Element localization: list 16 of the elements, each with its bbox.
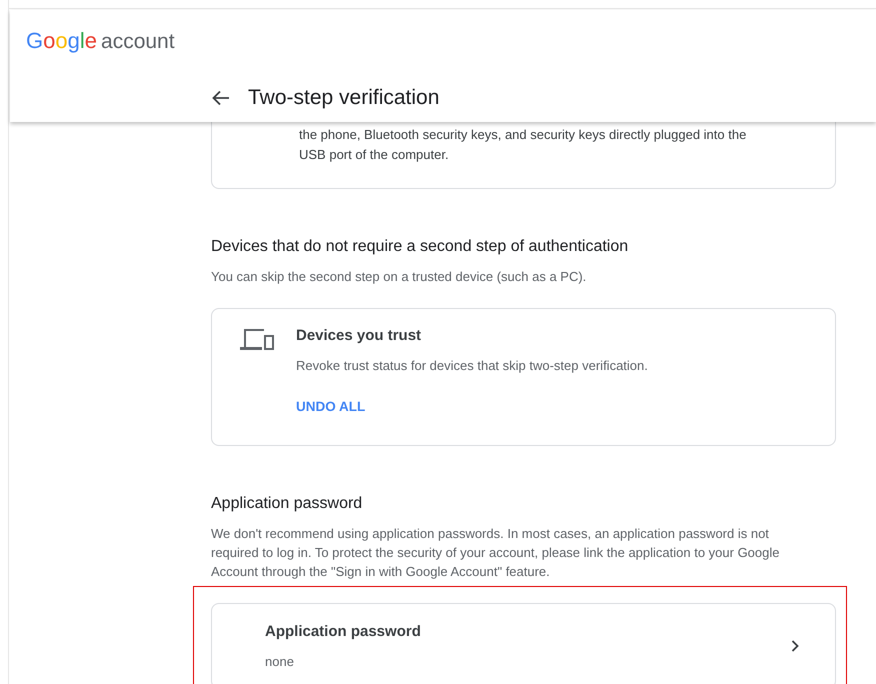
card-description-line: the phone, Bluetooth security keys, and security keys directly plugged into the xyxy=(299,126,748,144)
card-description: Revoke trust status for devices that skip two-step verification. xyxy=(296,356,648,375)
section-heading: Devices that do not require a second step of authentication xyxy=(211,237,630,257)
section-description: We don't recommend using application passwords. In most cases, an application password is not required to log in. To protect the security of your account, please link the application to your Google Account through the "Sign in with Google Account" feature. xyxy=(211,525,780,582)
application-password-row[interactable]: Application password none xyxy=(211,603,836,684)
google-account-logo[interactable]: Google account xyxy=(26,24,175,58)
undo-all-link[interactable]: UNDO ALL xyxy=(296,397,366,418)
section-description: You can skip the second step on a trusted device (such as a PC). xyxy=(211,268,588,286)
page-title: Two-step verification xyxy=(248,85,440,111)
card-title: Application password xyxy=(265,622,422,642)
card-description-line: USB port of the computer. xyxy=(299,146,450,164)
chevron-right-icon xyxy=(791,640,799,652)
devices-icon xyxy=(240,329,276,351)
card-value: none xyxy=(265,652,295,671)
card-title: Devices you trust xyxy=(296,326,422,346)
section-heading: Application password xyxy=(211,494,364,514)
